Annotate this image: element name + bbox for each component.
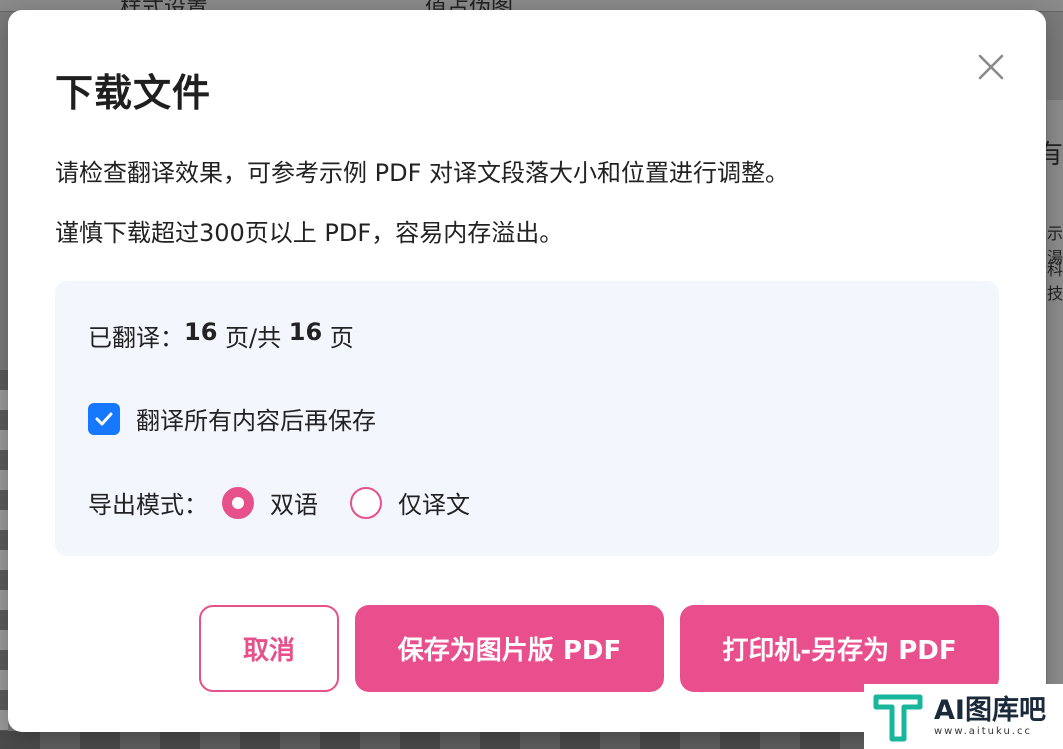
progress-total: 16 xyxy=(288,318,323,346)
dialog-warning: 谨慎下载超过300页以上 PDF，容易内存溢出。 xyxy=(55,219,564,247)
close-icon xyxy=(978,54,1004,80)
translate-all-checkbox[interactable] xyxy=(88,402,120,435)
print-save-pdf-button[interactable]: 打印机-另存为 PDF xyxy=(680,605,999,692)
options-panel: 已翻译： 16 页/共 16 页 翻译所有内容后再保存 导出模式： 双语 仅译文 xyxy=(55,281,999,556)
download-dialog: 下载文件 请检查翻译效果，可参考示例 PDF 对译文段落大小和位置进行调整。 谨… xyxy=(8,10,1046,732)
radio-translation-only-label: 仅译文 xyxy=(398,491,470,519)
progress-unit: 页 xyxy=(322,324,354,352)
progress-label: 已翻译： xyxy=(88,324,184,352)
checkmark-icon xyxy=(95,412,113,425)
watermark-title: AI图库吧 xyxy=(934,695,1046,726)
background-left-strip xyxy=(0,370,8,749)
radio-option-bilingual[interactable]: 双语 xyxy=(222,485,318,520)
watermark-url: www.aituku.cc xyxy=(934,726,1032,737)
progress-unit: 页/共 xyxy=(217,324,289,352)
radio-translation-only[interactable] xyxy=(350,486,382,519)
close-button[interactable] xyxy=(974,50,1008,84)
translate-all-label: 翻译所有内容后再保存 xyxy=(136,407,376,435)
export-mode-group: 导出模式： 双语 仅译文 xyxy=(88,485,470,520)
dialog-title: 下载文件 xyxy=(55,71,212,115)
radio-option-translation-only[interactable]: 仅译文 xyxy=(350,485,470,520)
radio-bilingual-label: 双语 xyxy=(270,491,318,519)
translation-progress: 已翻译： 16 页/共 16 页 xyxy=(88,318,354,353)
radio-bilingual[interactable] xyxy=(222,486,254,519)
background-right-text: 科技 xyxy=(1046,260,1063,303)
watermark: AI图库吧 www.aituku.cc xyxy=(864,684,1063,749)
watermark-logo-icon xyxy=(873,694,923,741)
cancel-button[interactable]: 取消 xyxy=(199,605,339,692)
progress-done: 16 xyxy=(184,318,218,346)
save-image-pdf-button[interactable]: 保存为图片版 PDF xyxy=(355,605,664,692)
translate-all-checkbox-row[interactable]: 翻译所有内容后再保存 xyxy=(88,401,376,436)
export-mode-label: 导出模式： xyxy=(88,491,208,519)
background-right-strip: 有 示湯 科技 xyxy=(1037,100,1063,749)
dialog-description: 请检查翻译效果，可参考示例 PDF 对译文段落大小和位置进行调整。 xyxy=(55,159,790,187)
